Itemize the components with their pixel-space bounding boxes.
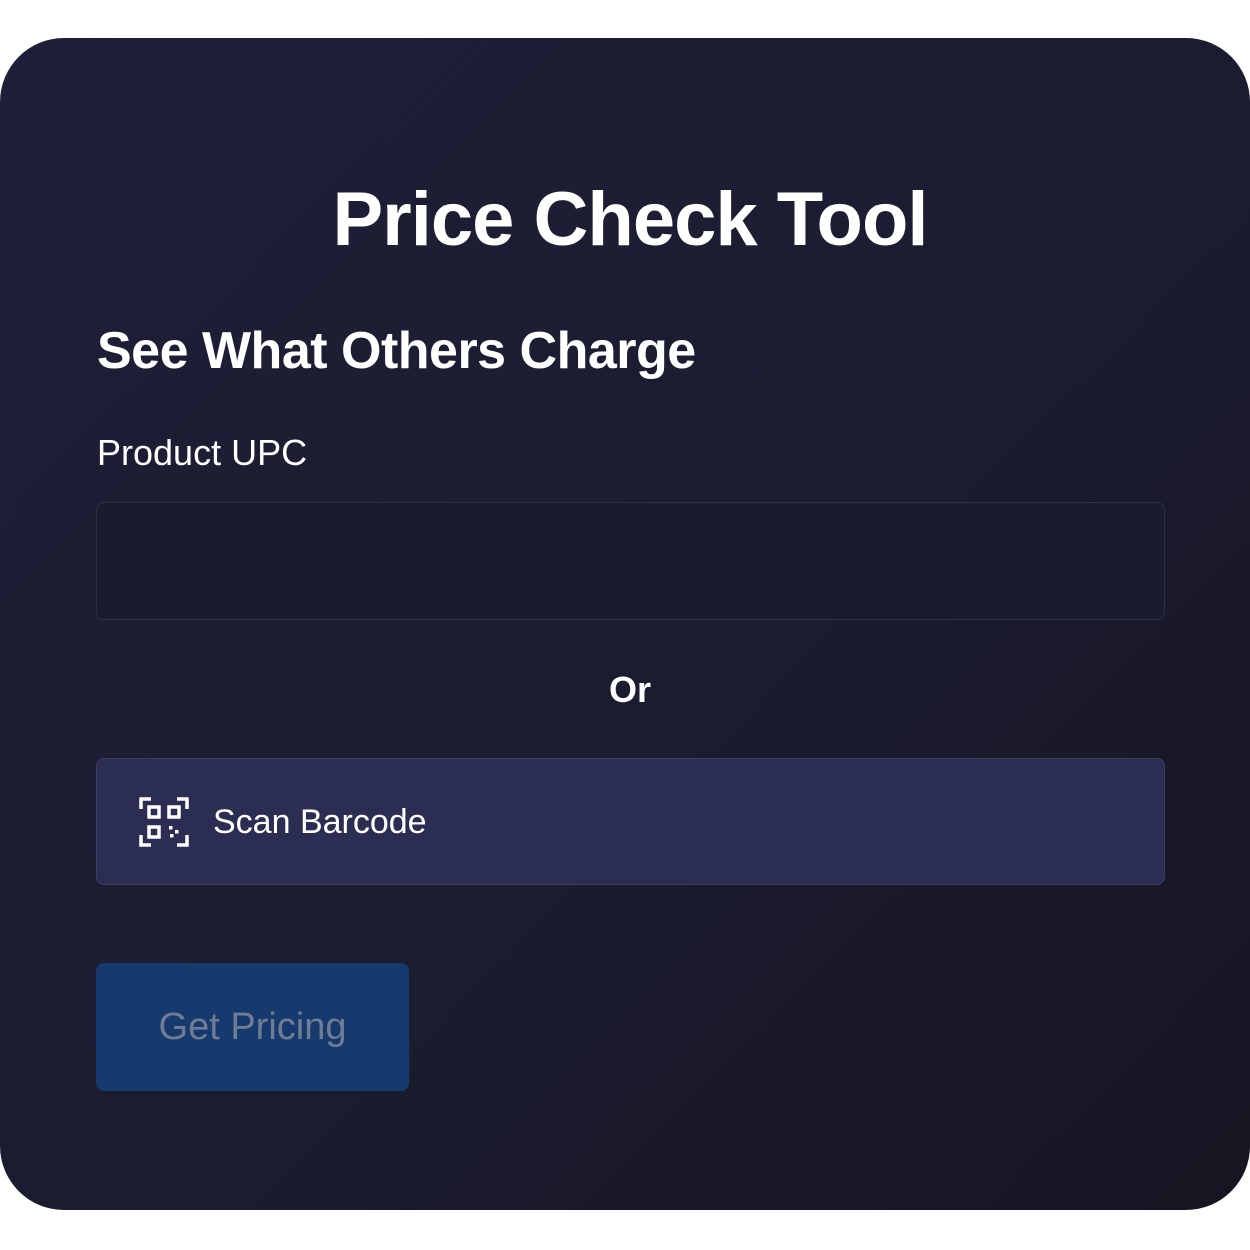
section-subtitle: See What Others Charge — [97, 322, 696, 380]
price-check-card: Price Check Tool See What Others Charge … — [0, 38, 1250, 1210]
upc-input[interactable] — [96, 502, 1165, 620]
qr-code-scan-icon — [139, 796, 189, 847]
upc-field-label: Product UPC — [97, 432, 308, 473]
or-divider: Or — [608, 669, 651, 710]
scan-barcode-label: Scan Barcode — [213, 802, 427, 841]
scan-barcode-button[interactable]: Scan Barcode — [96, 758, 1165, 885]
get-pricing-button[interactable]: Get Pricing — [96, 963, 409, 1091]
page-title: Price Check Tool — [332, 177, 928, 262]
